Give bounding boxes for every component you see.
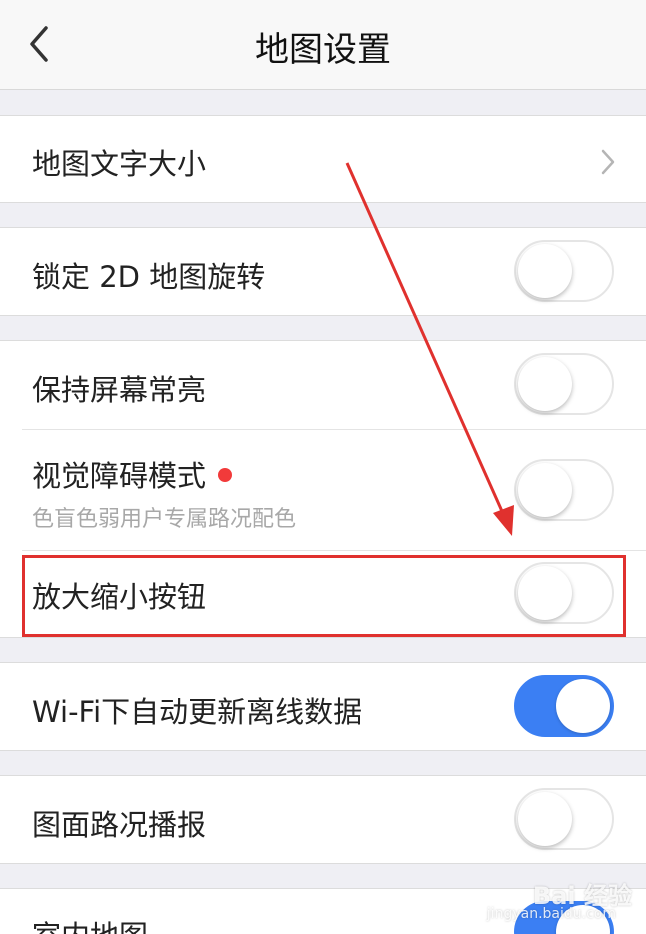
toggle-knob xyxy=(518,463,572,517)
settings-group-display: 保持屏幕常亮 视觉障碍模式 色盲色弱用户专属路况配色 放大缩小按钮 xyxy=(0,340,646,638)
toggle-knob xyxy=(556,679,610,733)
setting-row-map-text-size[interactable]: 地图文字大小 xyxy=(0,116,646,202)
traffic-broadcast-toggle[interactable] xyxy=(514,788,614,850)
setting-label: 放大缩小按钮 xyxy=(32,580,207,614)
watermark-url: jingyan.baidu.com xyxy=(486,906,616,922)
setting-label: Wi-Fi下自动更新离线数据 xyxy=(32,695,363,729)
setting-row-zoom-buttons: 放大缩小按钮 xyxy=(0,550,646,637)
settings-group-offline: Wi-Fi下自动更新离线数据 xyxy=(0,662,646,751)
toggle-knob xyxy=(518,357,572,411)
setting-label: 室内地图 xyxy=(32,913,148,934)
setting-sublabel: 色盲色弱用户专属路况配色 xyxy=(32,507,297,532)
setting-label: 视觉障碍模式 xyxy=(32,453,233,495)
settings-group-rotation: 锁定 2D 地图旋转 xyxy=(0,227,646,316)
nav-bar: 地图设置 xyxy=(0,0,646,90)
toggle-knob xyxy=(518,566,572,620)
setting-row-wifi-auto-update: Wi-Fi下自动更新离线数据 xyxy=(0,663,646,750)
toggle-knob xyxy=(518,792,572,846)
keep-screen-on-toggle[interactable] xyxy=(514,353,614,415)
settings-group-text: 地图文字大小 xyxy=(0,115,646,203)
setting-row-lock-2d-rotation: 锁定 2D 地图旋转 xyxy=(0,228,646,315)
settings-group-traffic: 图面路况播报 xyxy=(0,775,646,864)
setting-label-text: 视觉障碍模式 xyxy=(32,459,207,493)
setting-row-keep-screen-on: 保持屏幕常亮 xyxy=(0,341,646,429)
setting-row-vision-mode: 视觉障碍模式 色盲色弱用户专属路况配色 xyxy=(0,429,646,550)
setting-label: 保持屏幕常亮 xyxy=(32,373,207,407)
setting-row-traffic-broadcast: 图面路况播报 xyxy=(0,776,646,863)
setting-label: 地图文字大小 xyxy=(32,147,207,181)
chevron-right-icon xyxy=(601,149,615,175)
vision-mode-toggle[interactable] xyxy=(514,459,614,521)
page-title: 地图设置 xyxy=(255,30,391,70)
toggle-knob xyxy=(518,244,572,298)
new-badge-dot xyxy=(218,468,233,482)
setting-label: 锁定 2D 地图旋转 xyxy=(32,260,266,294)
wifi-auto-update-toggle[interactable] xyxy=(514,675,614,737)
setting-label: 图面路况播报 xyxy=(32,808,207,842)
zoom-buttons-toggle[interactable] xyxy=(514,562,614,624)
lock-2d-rotation-toggle[interactable] xyxy=(514,240,614,302)
